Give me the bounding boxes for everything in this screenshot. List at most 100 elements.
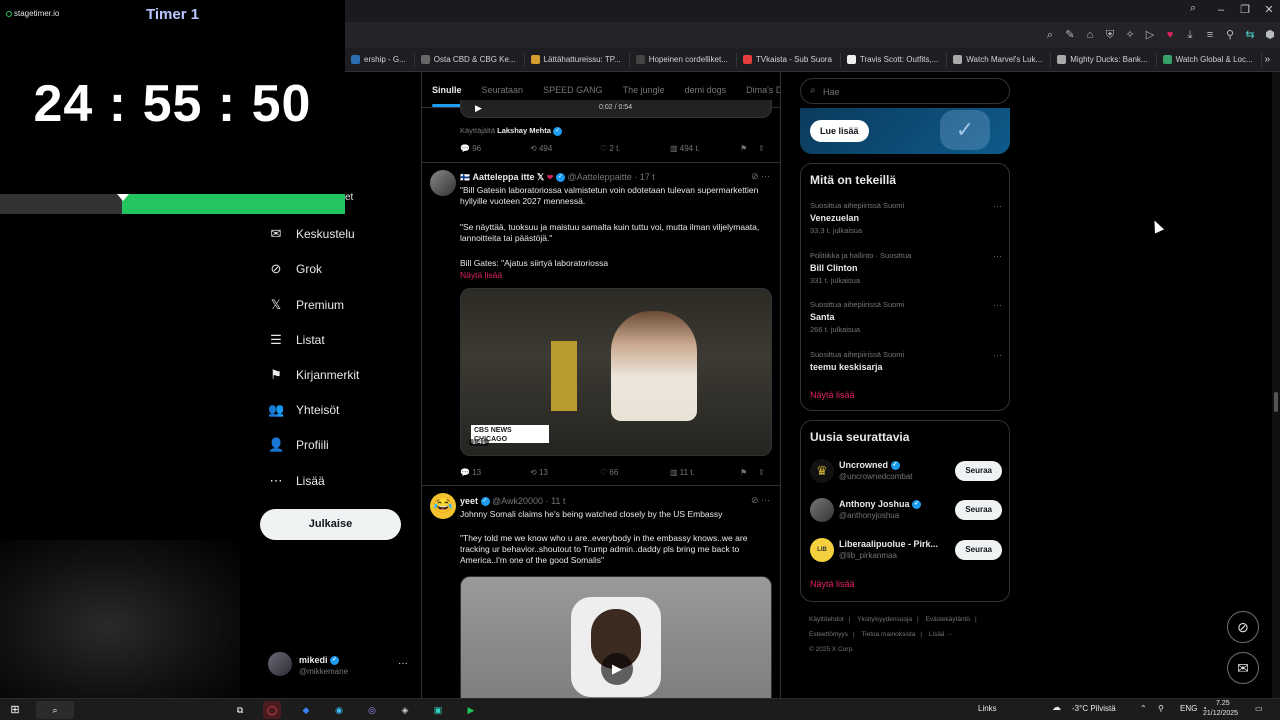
tweet-video[interactable]: CBS NEWS CHICAGO 1:41: [460, 288, 772, 456]
reply-button[interactable]: 💬 13: [460, 468, 530, 477]
play-icon[interactable]: ▷: [1140, 22, 1160, 48]
bookmark-item[interactable]: Osta CBD & CBG Ke...: [415, 52, 525, 67]
reply-button[interactable]: 💬 96: [460, 144, 530, 153]
play-icon[interactable]: ▶: [475, 103, 482, 114]
tweet-author-handle[interactable]: @Aatteleppaitte: [568, 172, 632, 182]
bookmark-item[interactable]: Watch Marvel's Luk...: [947, 52, 1052, 67]
tab-dimas[interactable]: Dima's D: [736, 85, 780, 95]
account-icon[interactable]: ⚲: [1220, 22, 1240, 48]
discord-icon[interactable]: ◎: [363, 701, 381, 719]
follow-button[interactable]: Seuraa: [955, 540, 1002, 560]
tab-the-jungle[interactable]: The jungle: [613, 85, 675, 95]
avatar[interactable]: 😂: [430, 493, 456, 519]
nav-item-communities[interactable]: 👥 Yhteisöt: [268, 402, 339, 418]
like-button[interactable]: ♡ 66: [600, 468, 670, 477]
nav-item-profile[interactable]: 👤 Profiili: [268, 437, 329, 453]
footer-link[interactable]: Tietoa mainoksista: [861, 631, 915, 638]
close-icon[interactable]: ✕: [1257, 1, 1280, 19]
more-icon[interactable]: ···: [993, 350, 1002, 360]
more-icon[interactable]: ···: [993, 201, 1002, 211]
download-icon[interactable]: ⤓: [1180, 22, 1200, 48]
footer-link[interactable]: Evästekäytäntö: [926, 616, 970, 623]
like-button[interactable]: ♡ 2 t.: [600, 144, 670, 153]
video-player[interactable]: ▶ 0:02 / 0:54: [460, 100, 772, 118]
grok-icon[interactable]: ⊘ ···: [751, 171, 770, 182]
page-scrollbar[interactable]: [1272, 72, 1280, 698]
avatar[interactable]: [430, 170, 456, 196]
bookmark-item[interactable]: ership - G...: [345, 52, 415, 67]
app-icon[interactable]: ▣: [429, 701, 447, 719]
language-indicator[interactable]: ENG: [1180, 704, 1197, 713]
edit-icon[interactable]: ✎: [1060, 22, 1080, 48]
trend-item[interactable]: Suosittua aihepiirissä Suomi Santa 266 t. …: [810, 300, 1002, 334]
bookmark-item[interactable]: Hopeinen cordelliket...: [630, 52, 737, 67]
home-icon[interactable]: ⌂: [1080, 22, 1100, 48]
bookmark-item[interactable]: Travis Scott: Outfits,...: [841, 52, 948, 67]
edge-icon[interactable]: ◉: [330, 701, 348, 719]
repost-button[interactable]: ⟲ 494: [530, 144, 600, 153]
bookmark-icon[interactable]: ⚑: [740, 468, 758, 477]
envelope-icon[interactable]: ✉: [1227, 652, 1259, 684]
nav-item-more[interactable]: ⋯ Lisää: [268, 473, 325, 489]
follow-button[interactable]: Seuraa: [955, 500, 1002, 520]
footer-link[interactable]: Yksityisyydensuoja: [857, 616, 912, 623]
show-more-link[interactable]: Näytä lisää: [810, 390, 855, 400]
show-more-link[interactable]: Näytä lisää: [810, 579, 855, 589]
follow-suggestion[interactable]: ♛ Uncrowned ✓ @uncrownedcombat Seuraa: [810, 457, 1002, 485]
shield-icon[interactable]: ⛨: [1100, 22, 1120, 48]
views-button[interactable]: ▥ 494 t.: [670, 144, 740, 153]
tweet-author-name[interactable]: Aatteleppa itte: [472, 172, 534, 182]
views-button[interactable]: ▥ 11 t.: [670, 468, 740, 477]
restore-icon[interactable]: ❐: [1233, 1, 1257, 19]
windows-start-icon[interactable]: ⊞: [6, 701, 24, 719]
notification-icon[interactable]: ▭: [1255, 704, 1263, 713]
nav-item-messages[interactable]: ✉ Keskustelu: [268, 226, 355, 242]
nav-item-lists[interactable]: ☰ Listat: [268, 332, 325, 348]
bookmark-item[interactable]: Watch Global & Loc...: [1157, 52, 1262, 67]
bookmark-icon[interactable]: ⚑: [740, 144, 758, 153]
trend-item[interactable]: Suosittua aihepiirissä Suomi Venezuelan 33…: [810, 201, 1002, 235]
weather-text[interactable]: -3°C Pilvistä: [1072, 704, 1116, 713]
minimize-icon[interactable]: –: [1209, 1, 1233, 19]
footer-link[interactable]: Lisää ···: [929, 631, 953, 638]
follow-button[interactable]: Seuraa: [955, 461, 1002, 481]
search-icon[interactable]: ⌕: [1040, 22, 1060, 48]
footer-link[interactable]: Käyttöehdot: [809, 616, 844, 623]
nav-item-grok[interactable]: ⊘ Grok: [268, 261, 322, 277]
links-toolbar[interactable]: Links: [978, 704, 997, 713]
tab-speed-gang[interactable]: SPEED GANG: [533, 85, 613, 95]
footer-link[interactable]: Esteettömyys: [809, 631, 848, 638]
clock-time[interactable]: 7.25: [1216, 700, 1230, 707]
share-icon[interactable]: ⇪: [758, 144, 765, 153]
search-input[interactable]: Hae: [823, 87, 840, 97]
tab-for-you[interactable]: Sinulle: [422, 85, 472, 107]
network-icon[interactable]: ⚲: [1158, 704, 1164, 713]
scrollbar-thumb[interactable]: [1274, 392, 1278, 412]
clock-date[interactable]: 21/12/2025: [1203, 710, 1238, 717]
app-icon[interactable]: ◆: [297, 701, 315, 719]
extension-icon[interactable]: ✧: [1120, 22, 1140, 48]
search-box[interactable]: ⌕ Hae: [800, 78, 1010, 104]
app-icon[interactable]: ▶: [462, 701, 480, 719]
follow-suggestion[interactable]: Anthony Joshua ✓ @anthonyjoshua Seuraa: [810, 496, 1002, 524]
grok-icon[interactable]: ⊘ ···: [751, 495, 770, 506]
heart-icon[interactable]: ♥: [1160, 22, 1180, 48]
sidebar-icon[interactable]: ⇆: [1240, 22, 1260, 48]
play-icon[interactable]: ▶: [601, 653, 633, 685]
task-view-icon[interactable]: ⧉: [231, 701, 249, 719]
tweet-author-name[interactable]: yeet: [460, 496, 478, 506]
opera-icon[interactable]: ◯: [263, 701, 281, 719]
chevron-up-icon[interactable]: ⌃: [1140, 704, 1147, 713]
more-icon[interactable]: ···: [398, 658, 408, 669]
tab-demi-dogs[interactable]: demi dogs: [675, 85, 737, 95]
bookmark-item[interactable]: Mighty Ducks: Bank...: [1051, 52, 1157, 67]
tweet-video[interactable]: ▶: [460, 576, 772, 698]
bookmark-item[interactable]: Lättähattureissu: TP...: [525, 52, 630, 67]
trend-item[interactable]: Politiikka ja hallinto · Suosittua Bill C…: [810, 251, 1002, 285]
read-more-button[interactable]: Lue lisää: [810, 120, 869, 142]
account-switcher[interactable]: mikedi ✓ @mikkemane ···: [268, 650, 413, 682]
trend-item[interactable]: Suosittua aihepiirissä Suomi teemu keskis…: [810, 350, 1002, 372]
more-icon[interactable]: ···: [993, 300, 1002, 310]
bookmark-item[interactable]: TVkaista - Sub Suora: [737, 52, 841, 67]
more-icon[interactable]: ···: [993, 251, 1002, 261]
